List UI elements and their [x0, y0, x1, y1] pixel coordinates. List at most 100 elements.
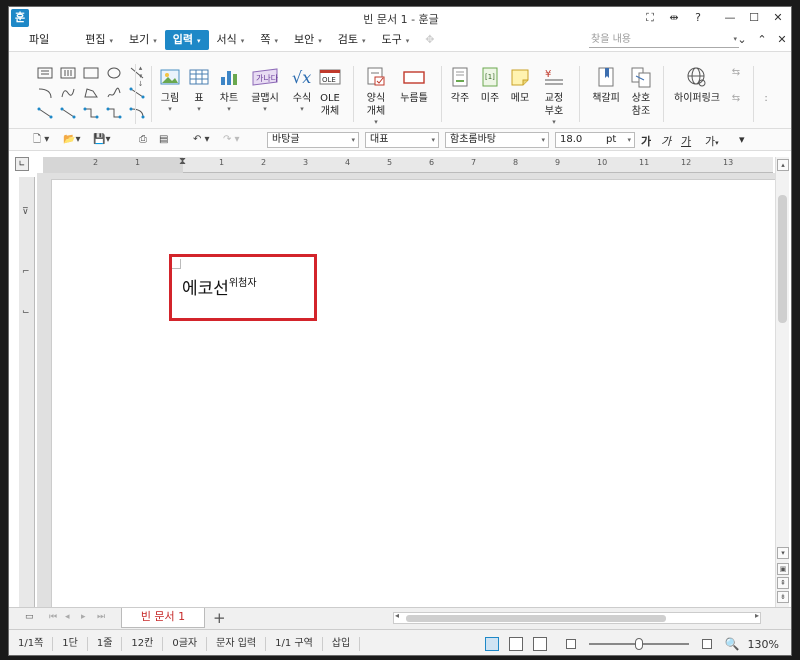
- expand-ribbon-icon[interactable]: ⌃: [755, 31, 769, 49]
- click-here-button[interactable]: 누름틀: [397, 66, 431, 105]
- next-page-icon[interactable]: ⇟: [777, 591, 789, 603]
- scroll-down-icon[interactable]: ▾: [777, 547, 789, 559]
- menu-review[interactable]: 검토 ▾: [330, 30, 374, 50]
- fullscreen-icon[interactable]: ⛶: [639, 9, 661, 27]
- shape-gallery-scroll[interactable]: ▴ ▾ ↓: [135, 64, 145, 124]
- vertical-scrollbar[interactable]: ▴ ▾ ▣ ⇞ ⇟: [775, 157, 789, 607]
- zoom-out-icon[interactable]: [565, 639, 576, 649]
- collapse-ribbon-icon[interactable]: ⌄: [735, 31, 749, 49]
- editor-workspace[interactable]: 에코선위첨자: [37, 173, 775, 607]
- italic-button[interactable]: 가: [661, 133, 671, 149]
- curve-icon[interactable]: [58, 84, 78, 102]
- toolbar-more-icon[interactable]: ▾: [739, 133, 745, 146]
- page-view-icon[interactable]: [484, 637, 499, 651]
- footnote-button[interactable]: 각주: [447, 66, 473, 105]
- zoom-level[interactable]: 130%: [748, 638, 779, 651]
- top-margin-marker-icon[interactable]: ⊽: [22, 207, 29, 217]
- new-doc-icon[interactable]: 🗋 ▾: [33, 133, 49, 147]
- vertical-ruler[interactable]: ⊽ ⌐ ⌙: [19, 177, 35, 607]
- h-scrollbar-thumb[interactable]: [406, 615, 666, 622]
- tab-doc-1[interactable]: 빈 문서 1: [121, 608, 205, 628]
- status-page[interactable]: 1/1쪽: [9, 636, 54, 651]
- font-size-input[interactable]: 18.0 pt ▾: [555, 132, 635, 148]
- puzzle-icon[interactable]: ✥: [417, 30, 442, 50]
- endnote-button[interactable]: [1] 미주: [477, 66, 503, 105]
- prev-tab-icon[interactable]: ◂: [65, 612, 70, 622]
- ruler-corner[interactable]: ∟: [15, 157, 29, 171]
- first-tab-icon[interactable]: ⏮: [49, 612, 57, 622]
- doc-list-icon[interactable]: ▭: [25, 612, 34, 622]
- paragraph-marker-icon[interactable]: ⌙: [22, 307, 30, 317]
- bookmark-button[interactable]: 책갈피: [589, 66, 623, 105]
- polygon-icon[interactable]: [81, 84, 101, 102]
- zoom-slider[interactable]: [588, 638, 689, 650]
- style-select[interactable]: 바탕글 ▾: [267, 132, 359, 148]
- elbow-arrow-icon[interactable]: [104, 104, 124, 122]
- elbow-connector-icon[interactable]: [81, 104, 101, 122]
- table-button[interactable]: 표 ▾: [187, 66, 211, 113]
- bold-button[interactable]: 가: [641, 133, 651, 149]
- save-icon[interactable]: 💾▾: [93, 133, 110, 147]
- textbox-h-icon[interactable]: [35, 64, 55, 82]
- width-view-icon[interactable]: [508, 637, 523, 651]
- freehand-icon[interactable]: [104, 84, 124, 102]
- proofread-button[interactable]: ¥ 교정 부호 ▾: [539, 66, 569, 126]
- status-input-mode[interactable]: 문자 입력: [207, 636, 267, 651]
- split-icon[interactable]: ⇹: [663, 9, 685, 27]
- close-doc-icon[interactable]: ✕: [775, 31, 789, 49]
- hyperlink-button[interactable]: 하이퍼링크: [671, 66, 723, 105]
- connector-arrow-icon[interactable]: [58, 104, 78, 122]
- menu-page[interactable]: 쪽 ▾: [252, 30, 286, 50]
- menu-security[interactable]: 보안 ▾: [286, 30, 330, 50]
- menu-insert[interactable]: 입력 ▾: [164, 30, 209, 50]
- picture-button[interactable]: 그림 ▾: [155, 66, 185, 113]
- scroll-up-icon[interactable]: ▴: [777, 159, 789, 171]
- add-tab-button[interactable]: +: [213, 609, 226, 627]
- close-button[interactable]: ✕: [767, 9, 789, 27]
- menu-tools[interactable]: 도구 ▾: [373, 30, 417, 50]
- print-icon[interactable]: ⎙: [139, 133, 147, 147]
- connector-line-icon[interactable]: [35, 104, 55, 122]
- scroll-right-icon[interactable]: ▸: [755, 611, 759, 620]
- next-tab-icon[interactable]: ▸: [81, 612, 86, 622]
- font-select[interactable]: 함초롬바탕 ▾: [445, 132, 549, 148]
- open-icon[interactable]: 📂▾: [63, 133, 80, 147]
- link-edit-icon[interactable]: ⇆ ⇆: [729, 66, 743, 105]
- minimize-button[interactable]: —: [719, 9, 741, 27]
- arc-icon[interactable]: [35, 84, 55, 102]
- rectangle-icon[interactable]: [81, 64, 101, 82]
- textbox-v-icon[interactable]: [58, 64, 78, 82]
- scrollbar-thumb[interactable]: [778, 195, 787, 323]
- form-object-button[interactable]: 양식 개체 ▾: [361, 66, 391, 126]
- document-page[interactable]: 에코선위첨자: [51, 179, 775, 607]
- zoom-in-icon[interactable]: [701, 639, 712, 649]
- maximize-button[interactable]: ☐: [743, 9, 765, 27]
- prev-page-icon[interactable]: ⇞: [777, 577, 789, 589]
- last-tab-icon[interactable]: ⏭: [97, 612, 105, 622]
- language-select[interactable]: 대표 ▾: [365, 132, 439, 148]
- shape-gallery[interactable]: [35, 64, 149, 124]
- menu-view[interactable]: 보기 ▾: [121, 30, 165, 50]
- preview-icon[interactable]: ▤: [159, 133, 168, 147]
- horizontal-ruler[interactable]: 2 1 1 2 3 4 5 6 7 8 9 10 11 12 13 ⧗: [43, 156, 773, 173]
- font-color-button[interactable]: 가▾: [705, 133, 719, 149]
- search-input[interactable]: 찾을 내용 ▾: [589, 32, 739, 48]
- ole-button[interactable]: OLE OLE 개체: [317, 66, 343, 118]
- wordart-button[interactable]: 가나다 글맵시 ▾: [247, 66, 283, 113]
- underline-button[interactable]: 가: [681, 133, 691, 149]
- help-icon[interactable]: ?: [687, 9, 709, 27]
- tab-marker-icon[interactable]: ⌐: [22, 267, 30, 277]
- menu-file[interactable]: 파일: [21, 30, 57, 50]
- ellipse-icon[interactable]: [104, 64, 124, 82]
- undo-icon[interactable]: ↶ ▾: [193, 133, 210, 147]
- chart-button[interactable]: 차트 ▾: [215, 66, 243, 113]
- zoom-slider-knob[interactable]: [634, 638, 643, 650]
- ribbon-more-icon[interactable]: :: [761, 66, 771, 105]
- indent-marker-icon[interactable]: ⧗: [179, 156, 186, 167]
- page-select-icon[interactable]: ▣: [777, 563, 789, 575]
- horizontal-scrollbar[interactable]: ◂ ▸: [393, 611, 761, 624]
- scroll-left-icon[interactable]: ◂: [395, 611, 399, 620]
- status-insert-mode[interactable]: 삽입: [323, 636, 361, 651]
- menu-edit[interactable]: 편집 ▾: [77, 30, 121, 50]
- zoom-search-icon[interactable]: 🔍: [725, 637, 740, 651]
